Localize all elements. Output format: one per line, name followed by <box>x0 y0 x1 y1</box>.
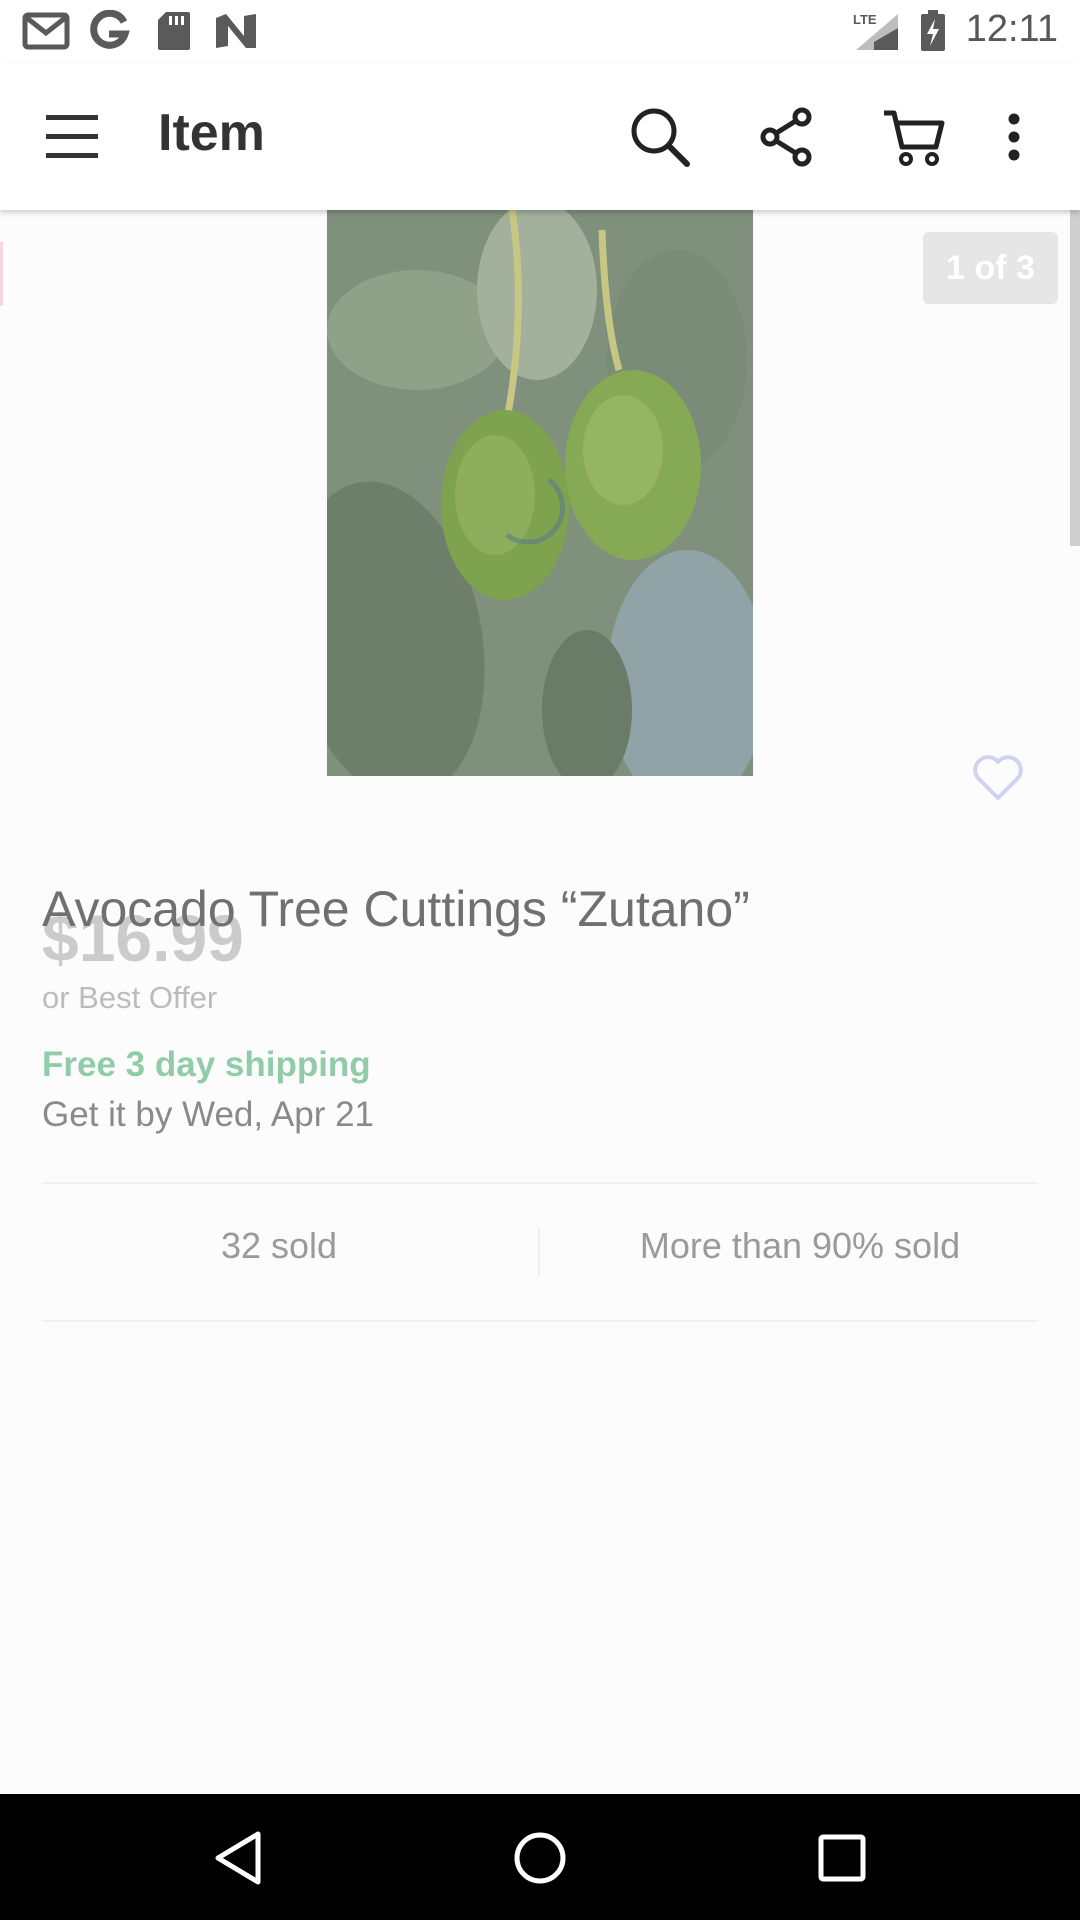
watch-heart-icon[interactable] <box>970 750 1026 806</box>
menu-icon[interactable] <box>34 99 110 175</box>
back-icon[interactable] <box>202 1822 274 1894</box>
clock: 12:11 <box>965 8 1058 50</box>
shipping-label: Free 3 day shipping <box>42 1045 371 1084</box>
search-icon[interactable] <box>622 99 698 175</box>
item-title: Avocado Tree Cuttings “Zutano” <box>42 881 750 937</box>
sd-card-icon <box>156 10 192 52</box>
share-icon[interactable] <box>748 99 824 175</box>
battery-charging-icon <box>920 10 946 52</box>
status-bar: LTE 12:11 <box>0 0 1080 63</box>
divider <box>42 1182 1038 1184</box>
scrollbar[interactable] <box>1070 210 1080 546</box>
system-nav-bar <box>0 1794 1080 1920</box>
recents-icon[interactable] <box>806 1822 878 1894</box>
network-label: LTE <box>853 12 877 27</box>
gmail-icon <box>22 10 70 52</box>
more-vert-icon[interactable] <box>984 99 1044 175</box>
app-bar: Item <box>0 63 1080 210</box>
item-content: 1 of 3 $16.99 Avocado Tree Cuttings “Zut… <box>0 210 1080 1794</box>
signal-icon: LTE <box>852 10 902 52</box>
nyt-icon <box>214 10 258 52</box>
previous-item-tab[interactable] <box>0 242 3 306</box>
delivery-date: Get it by Wed, Apr 21 <box>42 1095 375 1134</box>
best-offer-label: or Best Offer <box>42 980 218 1015</box>
avocado-photo[interactable] <box>327 210 753 776</box>
home-icon[interactable] <box>504 1822 576 1894</box>
google-icon <box>88 10 130 52</box>
page-title: Item <box>158 104 265 162</box>
sold-count: 32 sold <box>220 1225 338 1266</box>
divider <box>538 1228 540 1276</box>
divider <box>42 1320 1038 1322</box>
image-counter-badge: 1 of 3 <box>923 232 1058 304</box>
cart-icon[interactable] <box>876 99 952 175</box>
percent-sold: More than 90% sold <box>639 1225 961 1266</box>
